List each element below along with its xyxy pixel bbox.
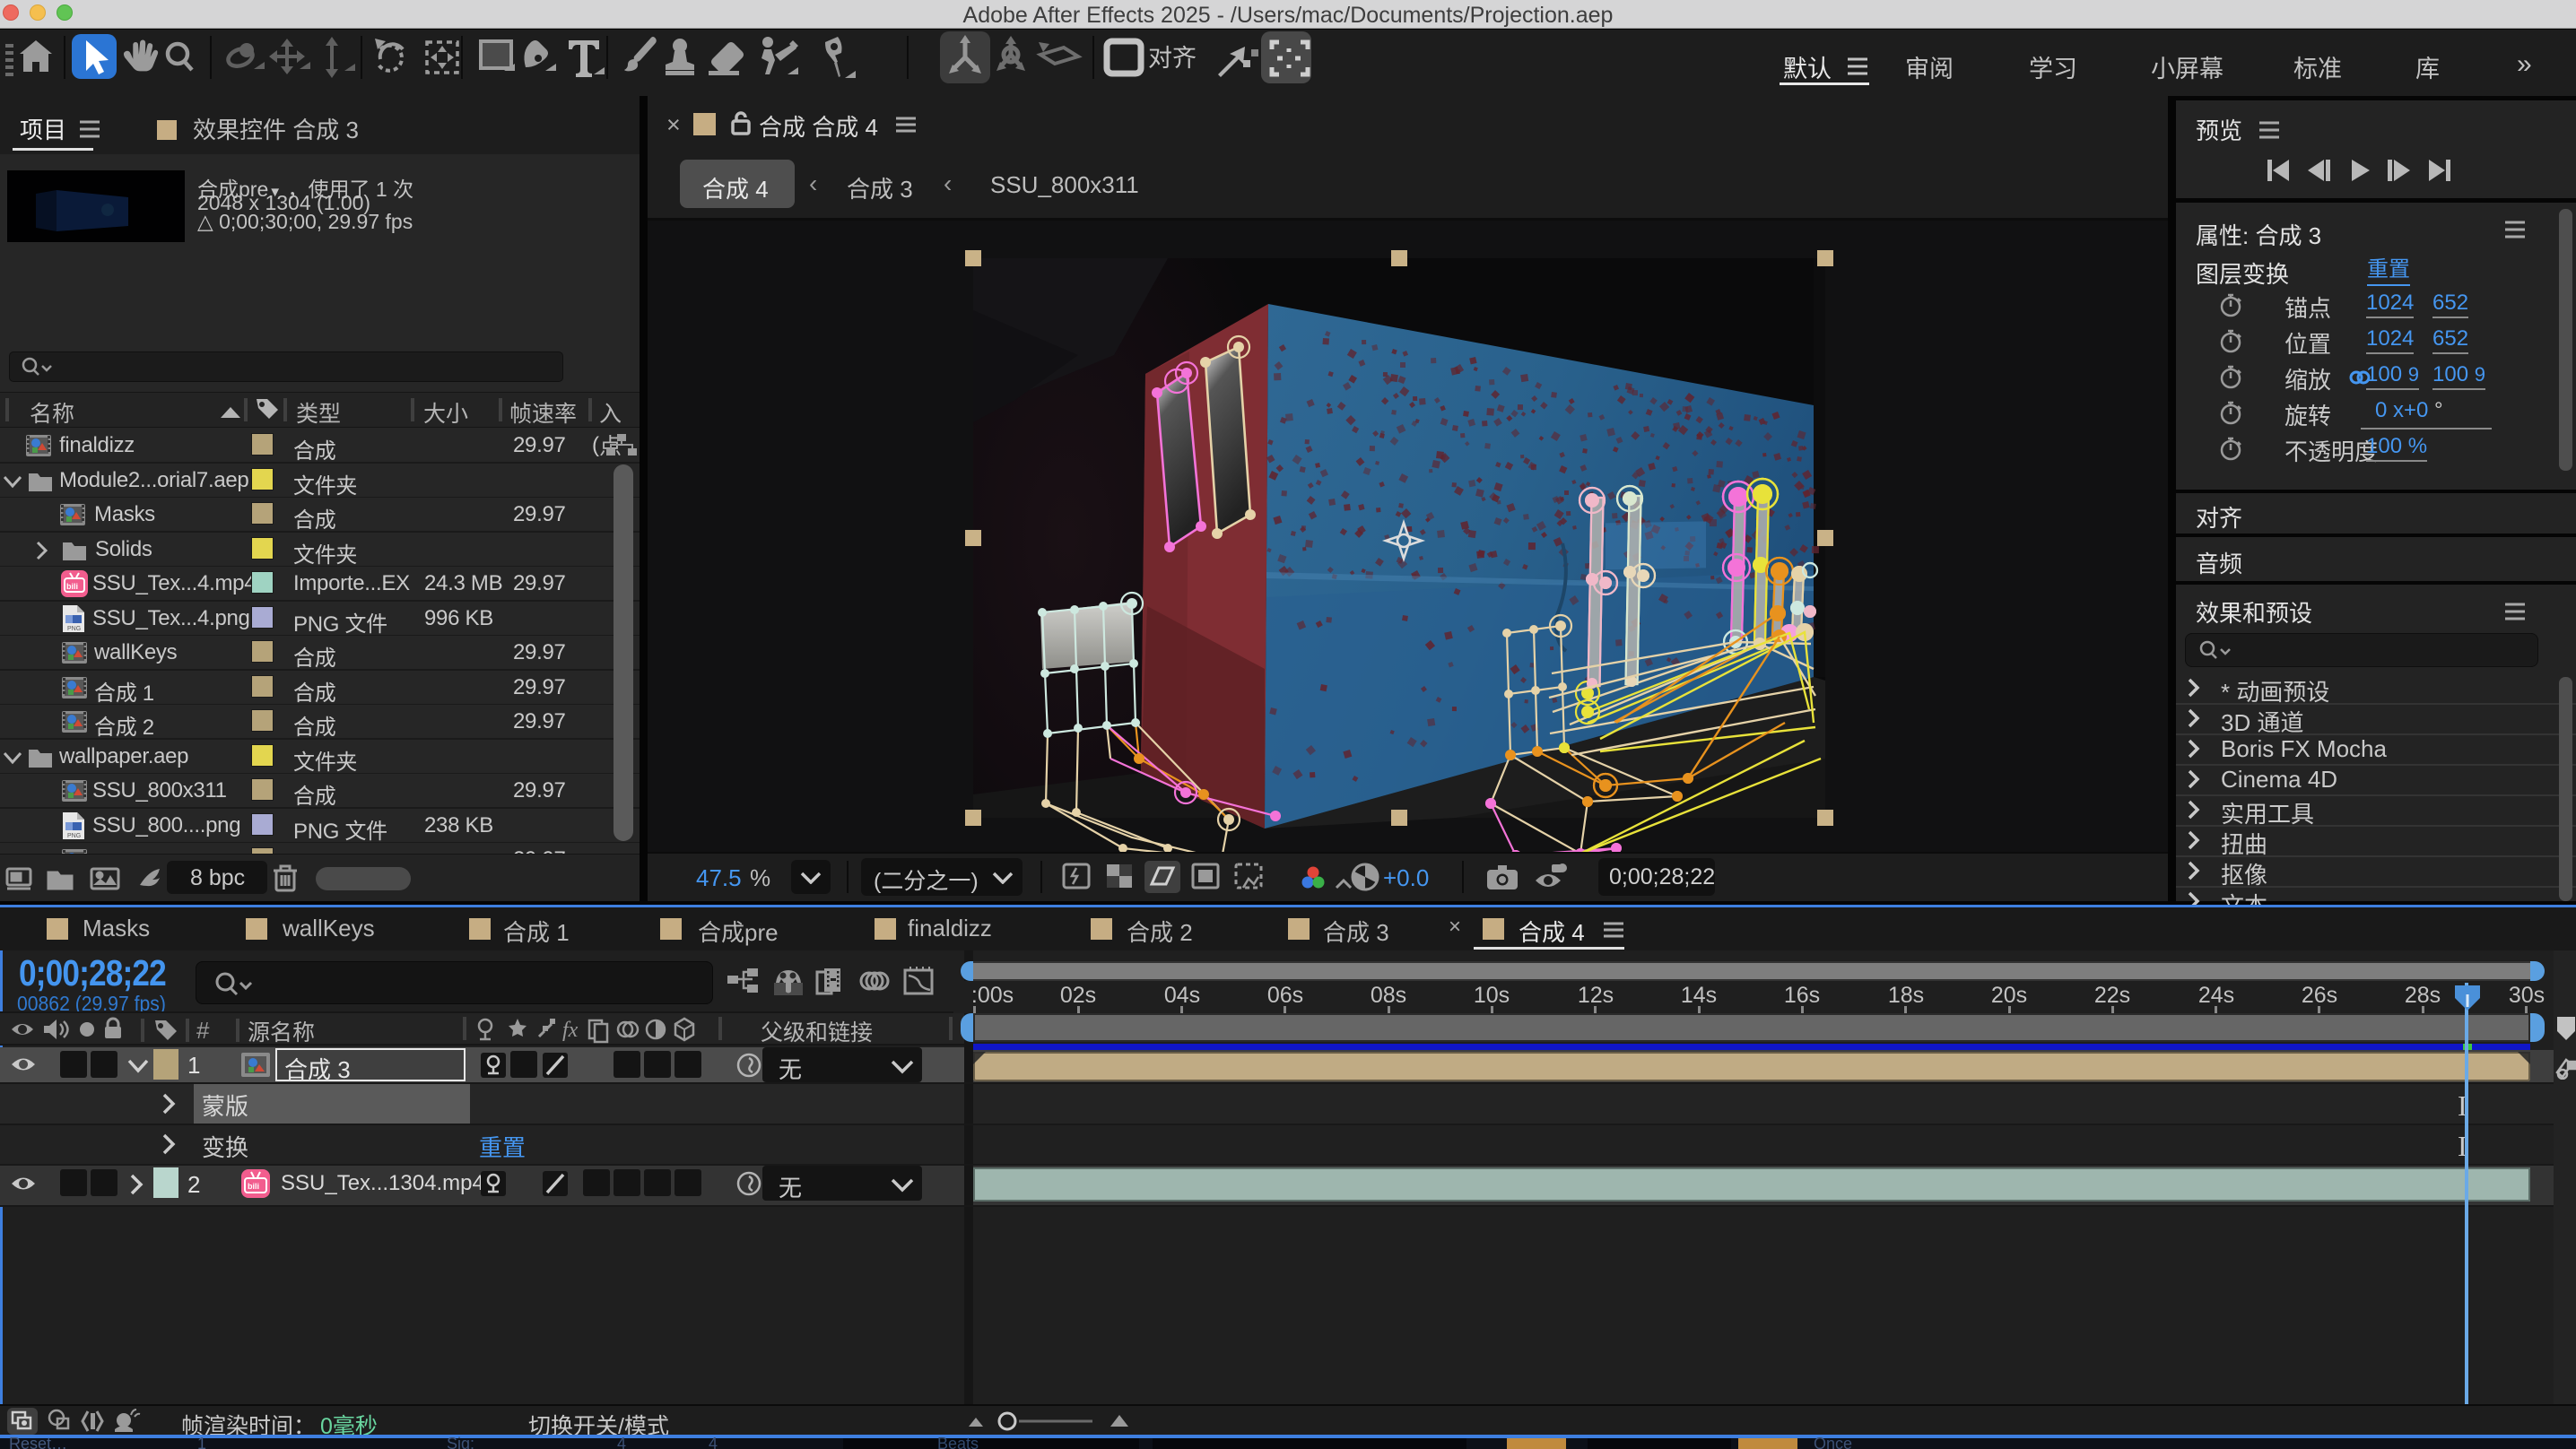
svg-text:PNG: PNG (67, 833, 81, 839)
svg-text:bili: bili (248, 1182, 259, 1191)
svg-text:对齐: 对齐 (1148, 45, 1197, 72)
svg-text:#: # (196, 1017, 210, 1044)
svg-text:PNG: PNG (67, 626, 81, 632)
svg-text:bili: bili (66, 582, 78, 591)
svg-text:fx: fx (562, 1019, 579, 1042)
